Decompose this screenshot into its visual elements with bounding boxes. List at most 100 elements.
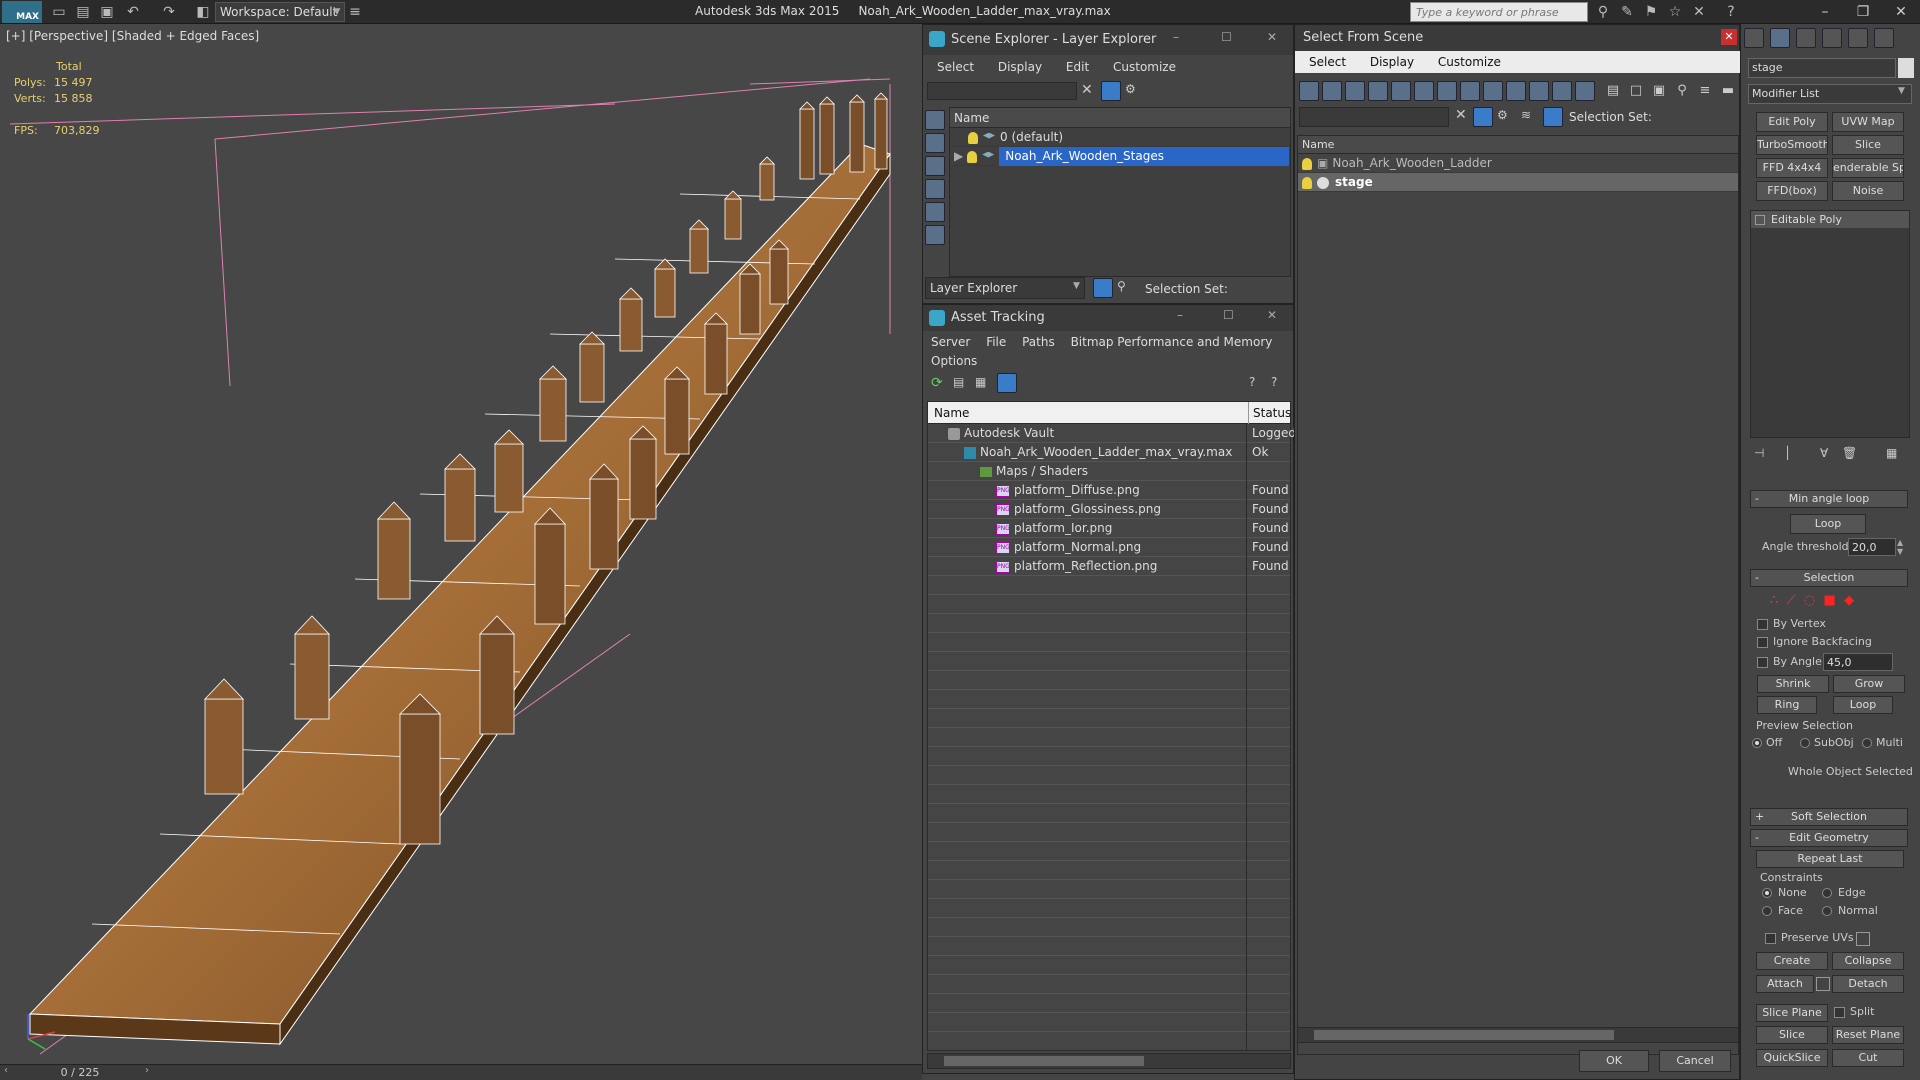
next-frame-icon[interactable]: › (145, 1065, 149, 1076)
table-row[interactable]: PNG platform_Ior.png Found (928, 519, 1290, 538)
display-frozen-icon[interactable] (1552, 81, 1572, 101)
remove-modifier-icon[interactable]: 🗑 (1842, 446, 1857, 460)
list-item[interactable]: ▣ Noah_Ark_Wooden_Ladder (1298, 154, 1738, 173)
collapse-button[interactable]: Collapse (1832, 952, 1904, 970)
object-color-swatch[interactable] (1898, 58, 1914, 78)
frame-counter[interactable]: 0 / 225 (20, 1066, 140, 1080)
configure-sets-icon[interactable]: ▦ (1886, 446, 1897, 460)
minimize-icon[interactable]: – (1173, 30, 1179, 44)
table-row[interactable]: PNG platform_Normal.png Found (928, 538, 1290, 557)
open-file-icon[interactable]: ▤ (74, 3, 92, 21)
display-helpers-icon[interactable] (1414, 81, 1434, 101)
vertex-icon[interactable]: ∴ (1770, 593, 1778, 608)
constraint-face-radio[interactable] (1762, 906, 1772, 916)
clear-icon[interactable]: ✕ (1455, 107, 1467, 123)
filter-input[interactable] (927, 82, 1077, 100)
time-slider[interactable]: ‹ 0 / 225 › (0, 1064, 922, 1080)
column-status[interactable]: Status (1248, 402, 1291, 424)
list-item[interactable]: 0 (default) (950, 128, 1290, 147)
display-cameras-icon[interactable] (925, 202, 945, 222)
motion-tab-icon[interactable] (1822, 28, 1842, 48)
display-shapes-icon[interactable] (1345, 81, 1365, 101)
layer-options-icon[interactable]: ⚙ (1125, 82, 1136, 96)
chevron-right-icon[interactable]: ▶ (954, 149, 963, 163)
constraint-none-radio[interactable] (1762, 888, 1772, 898)
renderable-spline-button[interactable]: enderable Splin (1832, 158, 1904, 178)
find-input[interactable] (1299, 107, 1449, 127)
menu-customize[interactable]: Customize (1113, 60, 1176, 74)
polygon-icon[interactable]: ■ (1824, 593, 1836, 608)
refresh-icon[interactable]: ⟳ (931, 375, 943, 391)
table-row[interactable]: PNG platform_Reflection.png Found (928, 557, 1290, 576)
workspace-dropdown[interactable]: Workspace: Default (215, 2, 345, 22)
minimize-icon[interactable]: – (1177, 308, 1183, 322)
modifier-list-dropdown[interactable]: Modifier List (1748, 84, 1912, 104)
lightbulb-icon[interactable] (1302, 176, 1312, 189)
app-logo[interactable]: MAX (2, 1, 42, 23)
menu-display[interactable]: Display (1370, 55, 1414, 69)
detach-button[interactable]: Detach (1832, 975, 1904, 993)
viewport-label[interactable]: [+] [Perspective] [Shaded + Edged Faces] (6, 29, 259, 43)
menu-select[interactable]: Select (937, 60, 974, 74)
uvw-map-button[interactable]: UVW Map (1832, 112, 1904, 132)
help-icon[interactable]: ? (1722, 3, 1740, 21)
edit-geometry-rollout[interactable]: - Edit Geometry (1750, 829, 1908, 847)
ffd-4x4x4-button[interactable]: FFD 4x4x4 (1756, 158, 1828, 178)
display-spacewarps-icon[interactable] (1437, 81, 1457, 101)
display-all-icon[interactable] (1299, 81, 1319, 101)
by-angle-checkbox[interactable] (1757, 657, 1768, 668)
angle-threshold-spinner[interactable]: 20,0 (1848, 538, 1896, 556)
column-name[interactable]: Name (1298, 136, 1738, 154)
display-groups-icon[interactable] (1460, 81, 1480, 101)
min-angle-loop-rollout[interactable]: - Min angle loop (1750, 490, 1908, 508)
loop-button[interactable]: Loop (1833, 696, 1893, 714)
constraint-normal-radio[interactable] (1822, 906, 1832, 916)
cut-button[interactable]: Cut (1832, 1049, 1904, 1067)
maximize-icon[interactable]: ☐ (1223, 308, 1234, 322)
pin-stack-icon[interactable]: ⊣ (1754, 446, 1764, 460)
attach-button[interactable]: Attach (1756, 975, 1814, 993)
communication-icon[interactable]: ✕ (1690, 3, 1708, 21)
menu-server[interactable]: Server (931, 335, 970, 349)
select-all-icon[interactable]: ▤ (1605, 83, 1621, 99)
turbosmooth-button[interactable]: TurboSmooth (1756, 135, 1828, 155)
list-item[interactable]: stage (1298, 173, 1738, 192)
menu-icon[interactable]: ≡ (346, 3, 364, 21)
display-helpers-icon[interactable] (925, 225, 945, 245)
show-end-result-icon[interactable]: │ (1784, 446, 1791, 460)
menu-options[interactable]: Options (931, 354, 977, 368)
minimize-icon[interactable]: – (1806, 0, 1844, 24)
preview-subobj-radio[interactable] (1800, 738, 1810, 748)
new-file-icon[interactable]: ▭ (50, 3, 68, 21)
utilities-tab-icon[interactable] (1874, 28, 1894, 48)
constraint-edge-radio[interactable] (1822, 888, 1832, 898)
close-icon[interactable]: ✕ (1267, 30, 1277, 44)
make-unique-icon[interactable]: ∀ (1820, 446, 1828, 460)
column-name[interactable]: Name (950, 108, 1290, 128)
filter-icon[interactable] (1101, 81, 1121, 101)
layer-manager-icon[interactable] (1093, 278, 1113, 298)
signin-icon[interactable]: ⚑ (1642, 3, 1660, 21)
display-geometry-icon[interactable] (925, 133, 945, 153)
display-xrefs-icon[interactable] (1483, 81, 1503, 101)
slice-plane-button[interactable]: Slice Plane (1756, 1004, 1828, 1022)
ok-button[interactable]: OK (1579, 1050, 1649, 1072)
table-row[interactable]: PNG platform_Glossiness.png Found (928, 500, 1290, 519)
chevron-down-icon[interactable]: ▼ (1073, 281, 1080, 291)
reset-plane-button[interactable]: Reset Plane (1832, 1026, 1904, 1044)
menu-select[interactable]: Select (1309, 55, 1346, 69)
explorer-type-dropdown[interactable]: Layer Explorer (925, 277, 1085, 299)
close-icon[interactable]: ✕ (1267, 308, 1277, 322)
slice-button[interactable]: Slice (1832, 135, 1904, 155)
menu-bitmap-performance[interactable]: Bitmap Performance and Memory (1071, 335, 1273, 349)
settings-icon[interactable] (1856, 932, 1870, 946)
cancel-button[interactable]: Cancel (1659, 1050, 1731, 1072)
binoculars-icon[interactable]: ⚲ (1594, 3, 1612, 21)
split-checkbox[interactable] (1834, 1007, 1845, 1018)
stack-item[interactable]: Editable Poly (1751, 211, 1909, 229)
filter-icon[interactable] (1473, 107, 1493, 127)
edit-poly-button[interactable]: Edit Poly (1756, 112, 1828, 132)
soft-selection-rollout[interactable]: + Soft Selection (1750, 808, 1908, 826)
menu-edit[interactable]: Edit (1066, 60, 1089, 74)
edge-icon[interactable]: ⟋ (1787, 593, 1796, 608)
